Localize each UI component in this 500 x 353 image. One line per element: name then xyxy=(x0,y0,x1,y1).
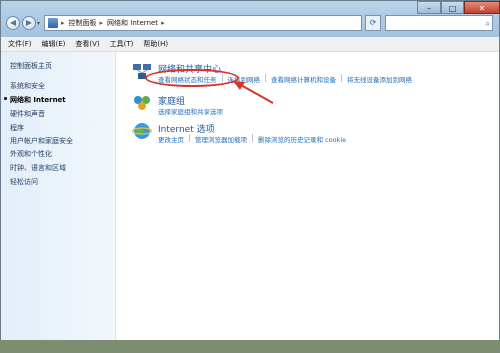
control-panel-icon xyxy=(48,18,58,28)
address-bar[interactable]: ▸ 控制面板 ▸ 网络和 Internet ▸ xyxy=(44,15,362,31)
link-manage-addons[interactable]: 管理浏览器加载项 xyxy=(195,134,247,144)
sidebar: 控制面板主页 系统和安全 网络和 Internet 硬件和声音 程序 用户帐户和… xyxy=(1,52,116,341)
link-delete-history[interactable]: 删除浏览的历史记录和 cookie xyxy=(258,134,346,144)
sidebar-item-programs[interactable]: 程序 xyxy=(10,123,24,133)
back-button[interactable]: ◀ xyxy=(6,16,20,30)
homegroup-links: 选择家庭组和共享选项 xyxy=(158,106,223,116)
link-separator xyxy=(189,134,190,142)
breadcrumb-control-panel[interactable]: 控制面板 xyxy=(69,18,97,28)
watermark-text: Bai 经验 xyxy=(392,310,438,323)
forward-button[interactable]: ▶ xyxy=(22,16,36,30)
main-content: 网络和共享中心 查看网络状态和任务 连接到网络 查看网络计算机和设备 将无线设备… xyxy=(116,52,499,341)
explorer-window: – □ ✕ ◀ ▶ ▾ ▸ 控制面板 ▸ 网络和 Internet ▸ ⟳ ⌕ … xyxy=(0,0,500,341)
link-separator xyxy=(252,134,253,142)
annotation-highlight-ellipse xyxy=(145,69,239,87)
homegroup-icon xyxy=(134,96,150,110)
link-change-homepage[interactable]: 更改主页 xyxy=(158,134,184,144)
title-bar: – □ ✕ ◀ ▶ ▾ ▸ 控制面板 ▸ 网络和 Internet ▸ ⟳ ⌕ xyxy=(1,1,500,37)
link-view-network-computers[interactable]: 查看网络计算机和设备 xyxy=(271,74,336,84)
watermark-sub: jingyan.baidu.com xyxy=(392,328,457,336)
sidebar-item-system-security[interactable]: 系统和安全 xyxy=(10,81,45,91)
sidebar-item-home[interactable]: 控制面板主页 xyxy=(10,61,52,71)
history-dropdown-icon[interactable]: ▾ xyxy=(37,20,40,27)
link-add-wireless-device[interactable]: 将无线设备添加到网络 xyxy=(347,74,412,84)
sidebar-item-network-internet[interactable]: 网络和 Internet xyxy=(10,95,66,105)
active-bullet-icon xyxy=(4,97,7,100)
breadcrumb-separator-icon: ▸ xyxy=(99,19,104,27)
breadcrumb-network-internet[interactable]: 网络和 Internet xyxy=(107,18,158,28)
internet-options-globe-icon xyxy=(132,123,152,139)
watermark: Bai 经验 jingyan.baidu.com xyxy=(392,308,457,337)
sidebar-item-appearance[interactable]: 外观和个性化 xyxy=(10,149,52,159)
breadcrumb-separator-icon: ▸ xyxy=(161,19,165,27)
maximize-button[interactable]: □ xyxy=(441,1,464,14)
close-button[interactable]: ✕ xyxy=(464,1,500,14)
link-separator xyxy=(341,74,342,82)
sidebar-item-hardware-sound[interactable]: 硬件和声音 xyxy=(10,109,45,119)
menu-tools[interactable]: 工具(T) xyxy=(110,39,134,49)
search-input[interactable]: ⌕ xyxy=(385,15,493,31)
breadcrumb-separator-icon: ▸ xyxy=(61,19,65,27)
menu-help[interactable]: 帮助(H) xyxy=(143,39,168,49)
menu-view[interactable]: 查看(V) xyxy=(75,39,99,49)
menu-file[interactable]: 文件(F) xyxy=(8,39,32,49)
search-icon: ⌕ xyxy=(485,19,490,28)
menu-edit[interactable]: 编辑(E) xyxy=(42,39,66,49)
internet-options-links: 更改主页 管理浏览器加载项 删除浏览的历史记录和 cookie xyxy=(158,134,346,144)
refresh-button[interactable]: ⟳ xyxy=(365,15,381,31)
link-homegroup-options[interactable]: 选择家庭组和共享选项 xyxy=(158,106,223,116)
sidebar-item-clock-region[interactable]: 时钟、语言和区域 xyxy=(10,163,66,173)
annotation-arrow-icon xyxy=(233,81,274,104)
minimize-button[interactable]: – xyxy=(417,1,441,14)
bottom-strip xyxy=(0,340,500,353)
sidebar-item-user-accounts[interactable]: 用户帐户和家庭安全 xyxy=(10,136,73,146)
sidebar-item-ease-of-access[interactable]: 轻松访问 xyxy=(10,177,38,187)
menu-bar: 文件(F) 编辑(E) 查看(V) 工具(T) 帮助(H) xyxy=(1,37,499,52)
